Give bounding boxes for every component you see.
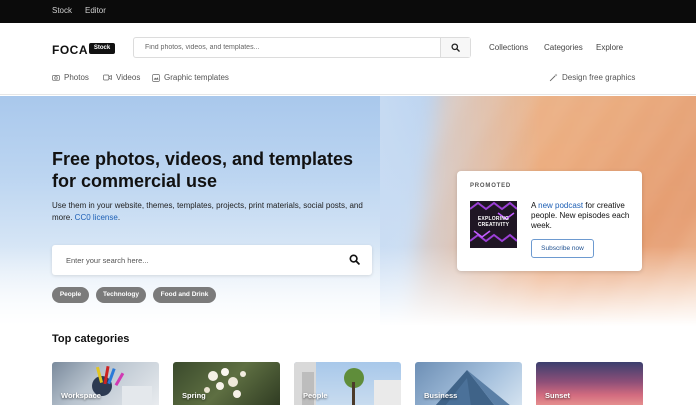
camera-icon xyxy=(52,75,60,81)
topbar-link-editor[interactable]: Editor xyxy=(85,6,106,15)
header-search-button[interactable] xyxy=(440,38,470,57)
thumbnail-line-2: CREATIVITY xyxy=(477,222,510,228)
nav-explore[interactable]: Explore xyxy=(596,43,623,52)
logo-badge: Stock xyxy=(89,43,115,54)
category-card-business[interactable]: Business xyxy=(415,362,522,405)
promo-card: PROMOTED EXPLORING CREATIVITY A new podc… xyxy=(457,171,642,271)
cc0-license-link[interactable]: CC0 license xyxy=(75,213,118,222)
site-header: FOCA Stock Collections Categories Explor… xyxy=(0,23,696,95)
subnav-design-free-graphics[interactable]: Design free graphics xyxy=(549,73,635,82)
header-search xyxy=(133,37,471,58)
chip-technology[interactable]: Technology xyxy=(96,287,146,303)
hero-search xyxy=(52,245,372,275)
chip-people[interactable]: People xyxy=(52,287,89,303)
hero-search-input[interactable] xyxy=(52,245,332,275)
category-label: Sunset xyxy=(545,391,571,400)
video-icon xyxy=(103,74,112,81)
chip-food-and-drink[interactable]: Food and Drink xyxy=(153,287,216,303)
hero-subtitle: Use them in your website, themes, templa… xyxy=(52,200,382,224)
new-podcast-link[interactable]: new podcast xyxy=(538,201,583,210)
template-icon xyxy=(152,73,160,82)
subnav-videos-label: Videos xyxy=(116,73,141,82)
category-card-spring[interactable]: Spring xyxy=(173,362,280,405)
promo-label: PROMOTED xyxy=(470,183,512,189)
promo-text: A new podcast for creative people. New e… xyxy=(531,201,637,231)
nav-collections[interactable]: Collections xyxy=(489,43,528,52)
subnav-photos[interactable]: Photos xyxy=(52,73,89,82)
hero-title: Free photos, videos, and templates for c… xyxy=(52,149,354,191)
search-icon[interactable] xyxy=(349,254,360,265)
podcast-thumbnail[interactable]: EXPLORING CREATIVITY xyxy=(470,201,517,248)
magic-wand-icon xyxy=(549,73,558,82)
subscribe-now-button[interactable]: Subscribe now xyxy=(531,239,594,258)
category-label: Workspace xyxy=(61,391,101,400)
category-card-workspace[interactable]: Workspace xyxy=(52,362,159,405)
subnav-design-label: Design free graphics xyxy=(562,73,636,82)
nav-categories[interactable]: Categories xyxy=(544,43,583,52)
subnav-videos[interactable]: Videos xyxy=(103,73,140,82)
hero-section: Free photos, videos, and templates for c… xyxy=(0,96,696,326)
subnav-templates-label: Graphic templates xyxy=(164,73,229,82)
top-bar: Stock Editor xyxy=(0,0,696,23)
category-label: People xyxy=(303,391,328,400)
category-label: Spring xyxy=(182,391,206,400)
logo[interactable]: FOCA xyxy=(52,43,88,57)
subnav-photos-label: Photos xyxy=(64,73,89,82)
search-icon xyxy=(451,43,460,52)
category-card-people[interactable]: People xyxy=(294,362,401,405)
subnav-graphic-templates[interactable]: Graphic templates xyxy=(152,73,229,82)
thumbnail-title: EXPLORING CREATIVITY xyxy=(473,216,514,228)
top-categories-heading: Top categories xyxy=(52,333,130,345)
category-card-sunset[interactable]: Sunset xyxy=(536,362,643,405)
hero-subtitle-end: . xyxy=(117,213,121,222)
header-search-input[interactable] xyxy=(134,38,440,57)
topbar-link-stock[interactable]: Stock xyxy=(52,6,72,15)
category-label: Business xyxy=(424,391,458,400)
